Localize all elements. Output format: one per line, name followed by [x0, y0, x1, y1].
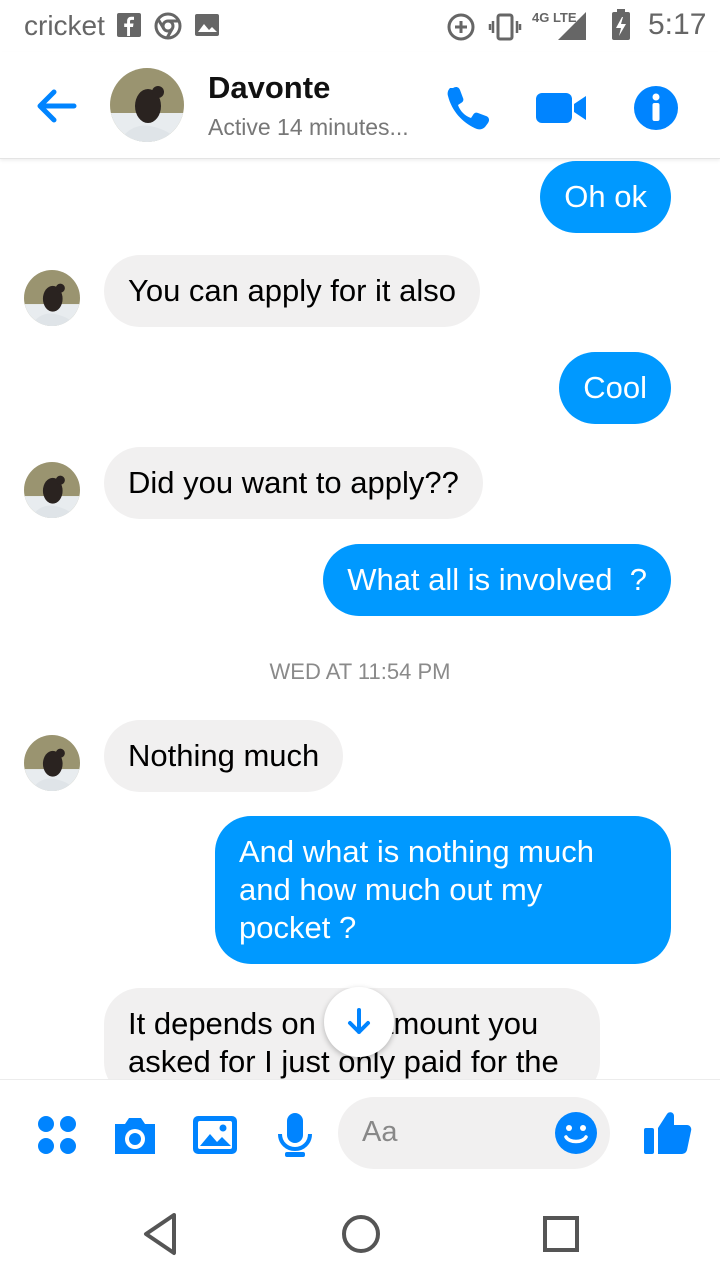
- gallery-button[interactable]: [190, 1110, 240, 1160]
- message-input[interactable]: Aa: [338, 1097, 610, 1169]
- back-button[interactable]: [32, 82, 80, 130]
- gallery-icon: [194, 12, 220, 43]
- nav-home-button[interactable]: [336, 1209, 386, 1259]
- gallery-icon: [193, 1116, 237, 1154]
- outgoing-message[interactable]: And what is nothing much and how much ou…: [215, 816, 671, 964]
- info-button[interactable]: [628, 80, 684, 136]
- clock: 5:17: [648, 8, 707, 41]
- scroll-to-bottom-button[interactable]: [324, 987, 394, 1057]
- data-saver-icon: [446, 12, 476, 47]
- video-call-icon: [536, 93, 586, 123]
- message-composer: Aa: [0, 1079, 720, 1190]
- camera-button[interactable]: [110, 1110, 160, 1160]
- more-apps-icon: [38, 1116, 76, 1154]
- facebook-icon: [116, 12, 142, 43]
- incoming-message[interactable]: Nothing much: [104, 720, 344, 792]
- arrow-down-icon: [348, 1008, 370, 1034]
- incoming-message[interactable]: You can apply for it also: [104, 255, 481, 327]
- network-type-label: 4G LTE: [532, 10, 577, 25]
- active-status: Active 14 minutes...: [208, 114, 409, 140]
- nav-back-icon: [144, 1213, 176, 1255]
- message-thread[interactable]: Oh ok You can apply for it also Cool Did…: [0, 159, 720, 1079]
- phone-call-icon: [447, 86, 490, 130]
- info-icon: [634, 86, 678, 130]
- signal-icon: 4G LTE: [532, 8, 590, 47]
- nav-recents-icon: [543, 1216, 579, 1252]
- conversation-header: Davonte Active 14 minutes...: [0, 52, 720, 159]
- emoji-button[interactable]: [554, 1111, 598, 1155]
- more-apps-button[interactable]: [32, 1110, 82, 1160]
- back-arrow-icon: [37, 89, 77, 123]
- outgoing-message[interactable]: Oh ok: [540, 161, 671, 233]
- microphone-button[interactable]: [270, 1110, 320, 1160]
- input-placeholder: Aa: [362, 1116, 398, 1148]
- contact-avatar-small: [24, 735, 80, 791]
- nav-home-icon: [342, 1215, 380, 1253]
- contact-name[interactable]: Davonte: [208, 70, 330, 106]
- vibrate-icon: [488, 12, 522, 47]
- video-call-button[interactable]: [534, 80, 590, 136]
- timestamp-divider: WED AT 11:54 PM: [269, 659, 451, 684]
- emoji-icon: [555, 1112, 597, 1154]
- outgoing-message[interactable]: Cool: [559, 352, 671, 424]
- microphone-icon: [278, 1113, 312, 1157]
- nav-recents-button[interactable]: [536, 1209, 586, 1259]
- status-bar: cricket 4G LTE 5:17: [0, 0, 720, 52]
- incoming-message[interactable]: Did you want to apply??: [104, 447, 483, 519]
- outgoing-message[interactable]: What all is involved ?: [323, 544, 671, 616]
- contact-avatar-small: [24, 462, 80, 518]
- battery-charging-icon: [610, 8, 632, 47]
- contact-avatar[interactable]: [110, 68, 184, 142]
- carrier-label: cricket: [24, 10, 105, 41]
- like-button[interactable]: [640, 1104, 696, 1160]
- chrome-icon: [154, 12, 182, 45]
- contact-avatar-small: [24, 270, 80, 326]
- nav-back-button[interactable]: [136, 1209, 186, 1259]
- phone-call-button[interactable]: [440, 80, 496, 136]
- thumbs-up-icon: [644, 1112, 692, 1154]
- system-navigation-bar: [0, 1189, 720, 1280]
- camera-icon: [115, 1118, 155, 1154]
